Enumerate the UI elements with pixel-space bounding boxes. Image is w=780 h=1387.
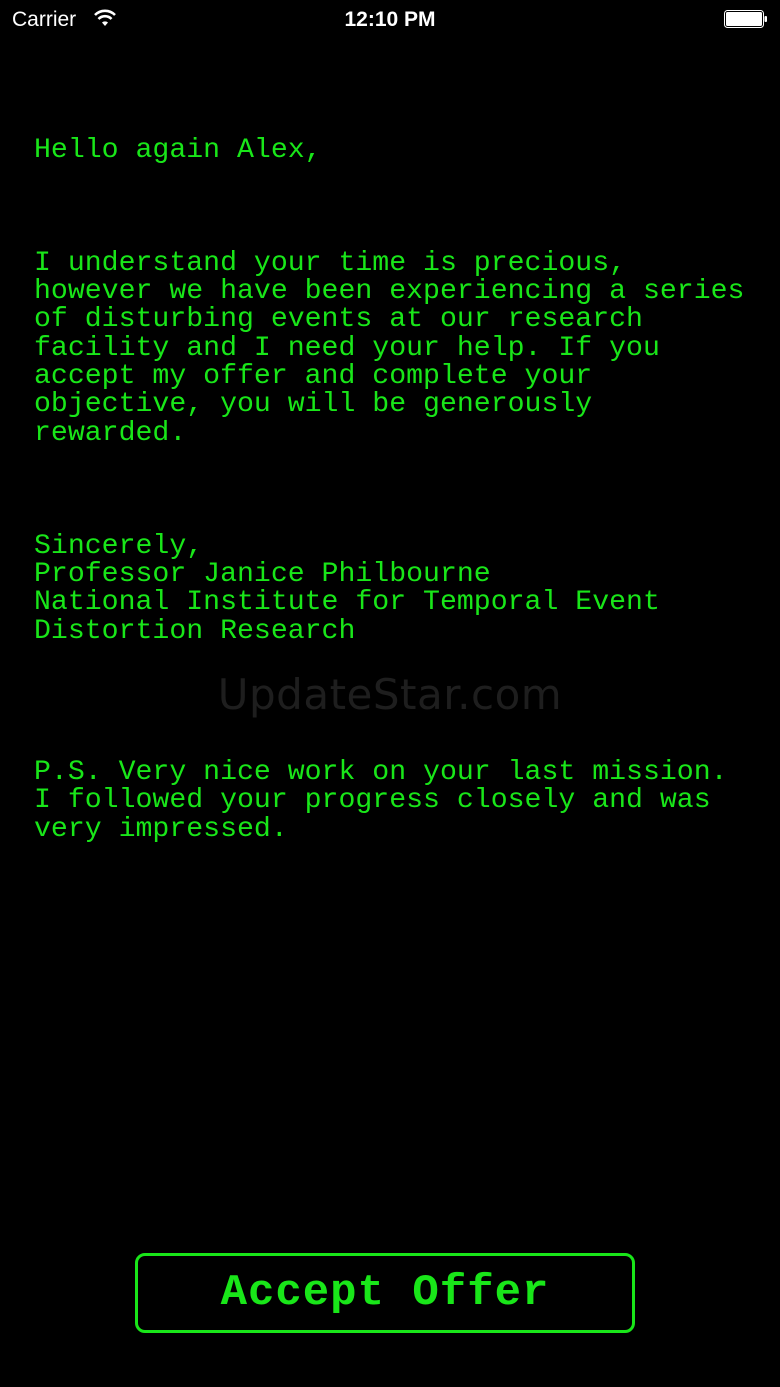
signer-organization: Distortion Research — [34, 615, 356, 647]
body-line: objective, you will be generously — [34, 389, 593, 421]
signoff-line: Sincerely, — [34, 530, 204, 562]
message-text: Hello again Alex, I understand your time… — [34, 80, 764, 872]
body-line: facility and I need your help. If you — [34, 332, 660, 364]
signer-organization: National Institute for Temporal Event — [34, 587, 660, 619]
postscript-line: I followed your progress closely and was — [34, 785, 711, 817]
status-time: 12:10 PM — [344, 8, 436, 31]
postscript-line: very impressed. — [34, 813, 288, 845]
body-line: I understand your time is precious, — [34, 247, 627, 279]
accept-offer-button[interactable]: Accept Offer — [135, 1253, 635, 1333]
body-line: however we have been experiencing a seri… — [34, 276, 745, 308]
postscript-line: P.S. Very nice work on your last mission… — [34, 757, 728, 789]
battery-icon — [724, 10, 767, 28]
signature-block: Sincerely, Professor Janice Philbourne N… — [34, 530, 764, 647]
signer-name: Professor Janice Philbourne — [34, 559, 491, 591]
body-line: accept my offer and complete your — [34, 360, 593, 392]
message-body: I understand your time is precious, howe… — [34, 247, 764, 449]
greeting-line: Hello again Alex, — [34, 134, 322, 166]
status-bar: Carrier 12:10 PM — [0, 0, 780, 40]
watermark: UpdateStar.com — [217, 670, 563, 719]
body-line: rewarded. — [34, 417, 187, 449]
body-line: of disturbing events at our research — [34, 304, 643, 336]
postscript: P.S. Very nice work on your last mission… — [34, 757, 764, 845]
